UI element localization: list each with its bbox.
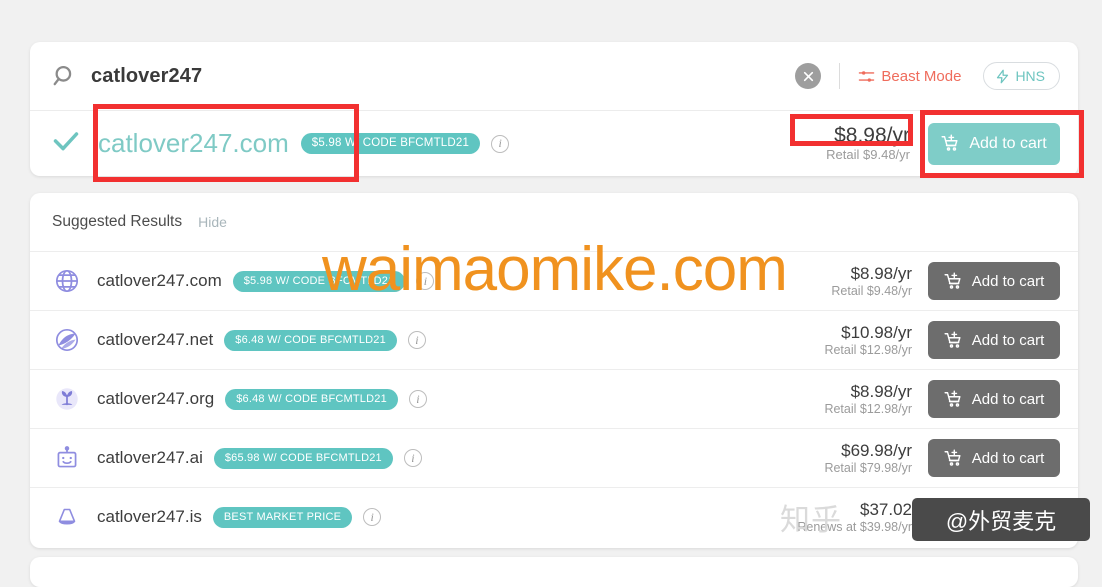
list-item[interactable]: catlover247.com $5.98 W/ CODE BFCMTLD21 …: [30, 251, 1078, 310]
add-to-cart-button[interactable]: Add to cart: [928, 321, 1060, 359]
suggested-domain-name[interactable]: catlover247.org: [97, 389, 214, 409]
add-to-cart-label: Add to cart: [971, 272, 1045, 290]
search-icon: [52, 63, 78, 89]
info-icon[interactable]: i: [491, 134, 510, 153]
hns-toggle[interactable]: HNS: [983, 62, 1060, 90]
exact-price: $8.98/yr: [834, 124, 910, 148]
suggested-domain-name[interactable]: catlover247.ai: [97, 448, 203, 468]
suggested-results-title: Suggested Results: [52, 213, 183, 230]
add-to-cart-label: Add to cart: [971, 331, 1045, 349]
retail-price: Retail $9.48/yr: [831, 283, 912, 298]
retail-price: Renews at $39.98/yr: [797, 519, 912, 534]
hide-suggestions-button[interactable]: Hide: [198, 214, 227, 230]
volcano-icon: [52, 502, 82, 532]
page-root: catlover247 Beast Mode HNS catlover247.c…: [0, 0, 1102, 587]
suggested-results-card: Suggested Results Hide catlover247.com $…: [30, 193, 1078, 548]
add-to-cart-label: Add to cart: [971, 390, 1045, 408]
search-result-card: catlover247 Beast Mode HNS catlover247.c…: [30, 42, 1078, 176]
next-card-partial: [30, 557, 1078, 587]
price-block: $69.98/yr Retail $79.98/yr: [824, 441, 928, 474]
promo-badge: BEST MARKET PRICE: [212, 506, 353, 528]
add-to-cart-button[interactable]: Add to cart: [928, 439, 1060, 477]
add-to-cart-label: Add to cart: [971, 508, 1045, 526]
price-block: $8.98/yr Retail $9.48/yr: [831, 264, 928, 297]
list-item[interactable]: catlover247.net $6.48 W/ CODE BFCMTLD21 …: [30, 310, 1078, 369]
price: $8.98/yr: [850, 264, 912, 284]
info-icon[interactable]: i: [407, 331, 426, 349]
divider: [839, 63, 841, 89]
exact-match-row[interactable]: catlover247.com $5.98 W/ CODE BFCMTLD21 …: [30, 111, 1078, 176]
list-item[interactable]: catlover247.org $6.48 W/ CODE BFCMTLD21 …: [30, 369, 1078, 428]
info-icon[interactable]: i: [363, 508, 382, 526]
price-block: $10.98/yr Retail $12.98/yr: [824, 323, 928, 356]
beast-mode-button[interactable]: Beast Mode: [858, 68, 961, 85]
add-to-cart-button[interactable]: Add to cart: [928, 262, 1060, 300]
check-icon: [52, 127, 80, 160]
price: $8.98/yr: [850, 382, 912, 402]
sprout-icon: [52, 384, 82, 414]
promo-badge: $65.98 W/ CODE BFCMTLD21: [213, 447, 393, 469]
suggested-domain-name[interactable]: catlover247.is: [97, 507, 202, 527]
net-swirl-icon: [52, 325, 82, 355]
hns-label: HNS: [1015, 68, 1045, 84]
add-to-cart-button[interactable]: Add to cart: [928, 498, 1060, 536]
globe-icon: [52, 266, 82, 296]
info-icon[interactable]: i: [416, 272, 435, 290]
price: $69.98/yr: [841, 441, 912, 461]
cart-plus-icon: [944, 271, 963, 291]
exact-domain-name[interactable]: catlover247.com: [98, 128, 289, 159]
search-controls: Beast Mode HNS: [795, 62, 1060, 90]
add-to-cart-button[interactable]: Add to cart: [928, 380, 1060, 418]
promo-badge: $6.48 W/ CODE BFCMTLD21: [224, 329, 397, 351]
info-icon[interactable]: i: [403, 449, 422, 467]
list-item[interactable]: catlover247.is BEST MARKET PRICE i $37.0…: [30, 487, 1078, 546]
beast-mode-label: Beast Mode: [881, 67, 962, 85]
sliders-icon: [859, 70, 875, 82]
add-to-cart-label: Add to cart: [971, 449, 1045, 467]
cart-plus-icon: [944, 448, 963, 468]
clear-search-button[interactable]: [795, 63, 822, 89]
search-input[interactable]: catlover247: [91, 65, 202, 88]
cart-plus-icon: [944, 507, 963, 527]
retail-price: Retail $79.98/yr: [824, 460, 912, 475]
promo-badge: $6.48 W/ CODE BFCMTLD21: [225, 388, 398, 410]
add-to-cart-label: Add to cart: [969, 134, 1047, 152]
exact-retail-price: Retail $9.48/yr: [826, 146, 910, 162]
suggested-results-header: Suggested Results Hide: [30, 193, 1078, 251]
price: $37.02: [860, 500, 912, 520]
price-block: $37.02 Renews at $39.98/yr: [797, 500, 928, 533]
search-bar[interactable]: catlover247 Beast Mode HNS: [30, 42, 1078, 110]
exact-price-block: $8.98/yr Retail $9.48/yr: [826, 124, 928, 162]
promo-badge: $5.98 W/ CODE BFCMTLD21: [300, 133, 481, 154]
suggested-domain-name[interactable]: catlover247.com: [97, 271, 222, 291]
cart-plus-icon: [941, 134, 960, 153]
lightning-bolt-icon: [997, 69, 1009, 83]
robot-icon: [52, 443, 82, 473]
price: $10.98/yr: [841, 323, 912, 343]
cart-plus-icon: [944, 330, 963, 350]
list-item[interactable]: catlover247.ai $65.98 W/ CODE BFCMTLD21 …: [30, 428, 1078, 487]
info-icon[interactable]: i: [408, 390, 427, 408]
suggested-domain-name[interactable]: catlover247.net: [97, 330, 213, 350]
price-block: $8.98/yr Retail $12.98/yr: [824, 382, 928, 415]
add-to-cart-button-exact[interactable]: Add to cart: [928, 122, 1060, 165]
promo-badge: $5.98 W/ CODE BFCMTLD21: [232, 270, 406, 292]
retail-price: Retail $12.98/yr: [824, 342, 912, 357]
retail-price: Retail $12.98/yr: [824, 401, 912, 416]
cart-plus-icon: [944, 389, 963, 409]
